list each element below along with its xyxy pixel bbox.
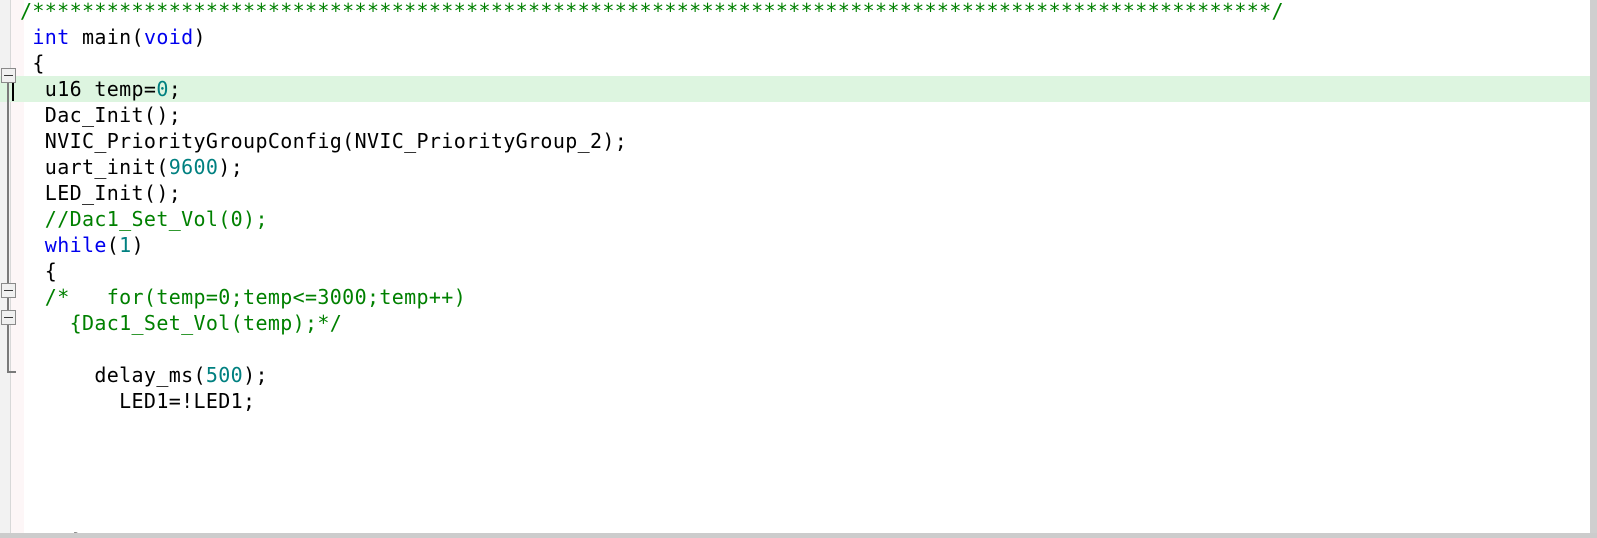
code-token-plain: uart_init( — [44, 155, 169, 179]
code-line[interactable]: NVIC_PriorityGroupConfig(NVIC_PriorityGr… — [0, 128, 1590, 154]
code-token-plain: ); — [243, 363, 268, 387]
code-editor-window: /***************************************… — [0, 0, 1597, 538]
code-token-number: 1 — [119, 233, 132, 257]
code-line-text: uart_init(9600); — [0, 154, 243, 180]
code-token-plain: u16 temp= — [44, 77, 157, 101]
code-line-text: NVIC_PriorityGroupConfig(NVIC_PriorityGr… — [0, 128, 627, 154]
fold-collapse-box[interactable] — [1, 310, 16, 325]
code-token-keyword: void — [143, 25, 194, 49]
code-token-plain: ) — [193, 25, 206, 49]
horizontal-scrollbar[interactable] — [0, 533, 1597, 538]
code-token-plain: ); — [218, 155, 244, 179]
code-token-plain: delay_ms( — [94, 363, 206, 387]
code-line[interactable]: u16 temp=0; — [0, 76, 1590, 102]
vertical-scrollbar[interactable] — [1590, 0, 1597, 533]
clipped-brace-glyph: } — [72, 528, 83, 533]
code-surface[interactable]: /***************************************… — [0, 0, 1590, 533]
code-token-comment: /***************************************… — [20, 0, 1284, 23]
code-line-text: Dac_Init(); — [0, 102, 181, 128]
code-line[interactable]: LED1=!LED1; — [0, 388, 1590, 414]
fold-scope-end-tick — [7, 371, 16, 373]
fold-scope-line — [7, 83, 9, 372]
code-line[interactable]: uart_init(9600); — [0, 154, 1590, 180]
code-token-plain: NVIC_PriorityGroupConfig(NVIC_PriorityGr… — [44, 129, 628, 153]
code-token-plain: LED_Init(); — [44, 181, 182, 205]
code-token-plain: ) — [131, 233, 144, 257]
code-line[interactable]: /* for(temp=0;temp<=3000;temp++) — [0, 284, 1590, 310]
code-token-keyword: while — [44, 233, 107, 257]
code-line-text: delay_ms(500); — [0, 362, 268, 388]
code-line[interactable]: //Dac1_Set_Vol(0); — [0, 206, 1590, 232]
code-line-text: //Dac1_Set_Vol(0); — [0, 206, 268, 232]
code-line[interactable]: LED_Init(); — [0, 180, 1590, 206]
code-token-plain: { — [44, 259, 58, 283]
code-line[interactable]: delay_ms(500); — [0, 362, 1590, 388]
code-token-plain: main( — [69, 25, 144, 49]
code-token-plain: { — [32, 51, 45, 75]
code-token-comment: {Dac1_Set_Vol(temp);*/ — [69, 311, 343, 335]
code-line-text: while(1) — [0, 232, 144, 258]
code-line[interactable]: int main(void) — [0, 24, 1590, 50]
code-line-text: LED_Init(); — [0, 180, 181, 206]
code-line[interactable] — [0, 336, 1590, 362]
code-line[interactable]: Dac_Init(); — [0, 102, 1590, 128]
fold-collapse-box[interactable] — [1, 283, 16, 298]
fold-collapse-box[interactable] — [1, 68, 16, 83]
code-line[interactable]: { — [0, 50, 1590, 76]
code-line-text: int main(void) — [0, 24, 206, 50]
code-token-plain: LED1=!LED1; — [119, 389, 256, 413]
code-line-text: u16 temp=0; — [0, 76, 181, 102]
code-token-number: 9600 — [168, 155, 219, 179]
code-line[interactable]: while(1) — [0, 232, 1590, 258]
code-token-comment: /* for(temp=0;temp<=3000;temp++) — [44, 285, 467, 309]
code-token-number: 0 — [156, 77, 169, 101]
code-line-text: /* for(temp=0;temp<=3000;temp++) — [0, 284, 466, 310]
code-token-comment: //Dac1_Set_Vol(0); — [44, 207, 268, 231]
code-token-number: 500 — [205, 363, 244, 387]
code-line-text: LED1=!LED1; — [0, 388, 255, 414]
code-token-plain: Dac_Init(); — [44, 103, 182, 127]
code-token-plain: ( — [106, 233, 120, 257]
code-line[interactable]: { — [0, 258, 1590, 284]
code-line[interactable]: /***************************************… — [0, 0, 1590, 24]
code-token-plain: ; — [168, 77, 182, 101]
code-line-text: /***************************************… — [0, 0, 1284, 24]
code-token-keyword: int — [32, 25, 70, 49]
code-line-text: {Dac1_Set_Vol(temp);*/ — [0, 310, 342, 336]
code-line[interactable]: {Dac1_Set_Vol(temp);*/ — [0, 310, 1590, 336]
